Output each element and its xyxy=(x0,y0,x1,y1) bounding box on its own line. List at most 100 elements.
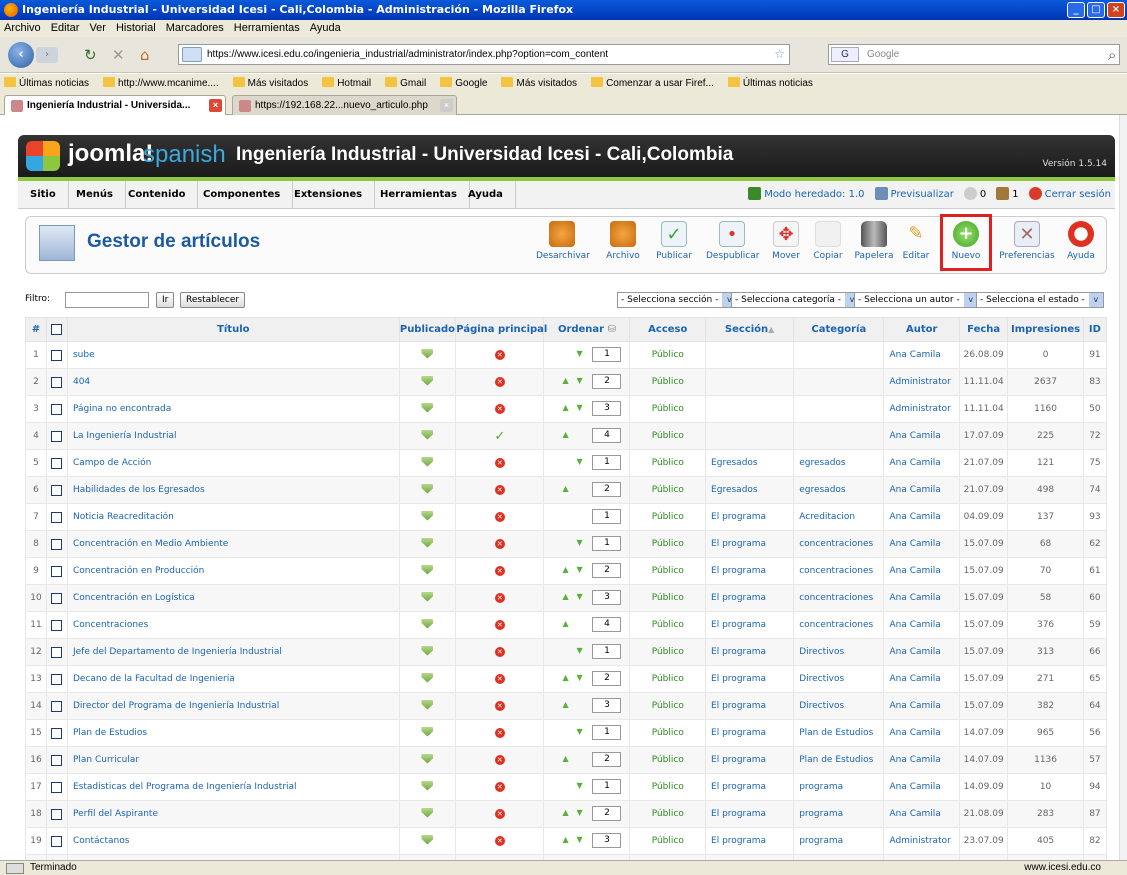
access-link[interactable]: Público xyxy=(652,458,684,468)
published-icon[interactable] xyxy=(421,834,434,845)
row-checkbox[interactable] xyxy=(51,430,63,442)
published-icon[interactable] xyxy=(421,726,434,737)
order-input[interactable]: 1 xyxy=(592,644,622,659)
toolbar-preferences-button[interactable]: ✕ Preferencias xyxy=(998,221,1056,271)
bookmark-item[interactable]: Últimas noticias xyxy=(4,74,89,93)
section-link[interactable]: El programa xyxy=(707,539,766,549)
order-input[interactable]: 1 xyxy=(592,779,622,794)
row-select[interactable] xyxy=(45,746,68,774)
close-tab-icon[interactable]: × xyxy=(209,99,222,112)
tab-ingenieria[interactable]: Ingeniería Industrial - Universida... × xyxy=(4,95,226,115)
filter-go-button[interactable]: Ir xyxy=(156,292,175,308)
access-link[interactable]: Público xyxy=(652,377,684,387)
frontpage-no-icon[interactable]: ✕ xyxy=(494,647,505,657)
author-link[interactable]: Ana Camila xyxy=(885,431,940,441)
order-up-icon[interactable]: ▲ xyxy=(562,835,568,844)
order-down-icon[interactable]: ▼ xyxy=(576,592,582,601)
published-icon[interactable] xyxy=(421,672,434,683)
tab-nuevo-articulo[interactable]: https://192.168.22...nuevo_articulo.php … xyxy=(232,95,457,115)
order-input[interactable]: 3 xyxy=(592,401,622,416)
toolbar-help-button[interactable]: Ayuda xyxy=(1064,221,1098,271)
author-link[interactable]: Ana Camila xyxy=(885,674,940,684)
author-link[interactable]: Ana Camila xyxy=(885,728,940,738)
bookmark-item[interactable]: Gmail xyxy=(385,74,426,93)
article-title-link[interactable]: Concentraciones xyxy=(68,620,148,630)
author-link[interactable]: Ana Camila xyxy=(885,512,940,522)
article-title-link[interactable]: Plan Curricular xyxy=(68,755,139,765)
access-link[interactable]: Público xyxy=(652,701,684,711)
state-select[interactable]: - Selecciona el estado - xyxy=(976,292,1104,308)
bookmark-item[interactable]: Más visitados xyxy=(233,74,309,93)
article-title-link[interactable]: Contáctanos xyxy=(68,836,129,846)
row-checkbox[interactable] xyxy=(51,808,63,820)
category-link[interactable]: concentraciones xyxy=(795,566,873,576)
category-link[interactable]: concentraciones xyxy=(795,539,873,549)
row-select[interactable] xyxy=(45,503,68,531)
section-link[interactable]: El programa xyxy=(707,593,766,603)
published-icon[interactable] xyxy=(421,429,434,440)
frontpage-no-icon[interactable]: ✕ xyxy=(494,539,505,549)
category-link[interactable]: concentraciones xyxy=(795,593,873,603)
row-checkbox[interactable] xyxy=(51,592,63,604)
order-input[interactable]: 2 xyxy=(592,482,622,497)
order-input[interactable]: 3 xyxy=(592,833,622,848)
section-link[interactable] xyxy=(707,377,711,387)
author-link[interactable]: Ana Camila xyxy=(885,755,940,765)
author-link[interactable]: Administrator xyxy=(885,404,950,414)
column-category[interactable]: Categoría xyxy=(793,317,885,342)
order-up-icon[interactable]: ▲ xyxy=(562,484,568,493)
author-link[interactable]: Ana Camila xyxy=(885,782,940,792)
category-link[interactable]: concentraciones xyxy=(795,620,873,630)
frontpage-no-icon[interactable]: ✕ xyxy=(494,458,505,468)
order-down-icon[interactable]: ▼ xyxy=(576,376,582,385)
published-icon[interactable] xyxy=(421,591,434,602)
published-icon[interactable] xyxy=(421,402,434,413)
category-link[interactable]: egresados xyxy=(795,485,845,495)
category-link[interactable]: Plan de Estudios xyxy=(795,755,873,765)
order-down-icon[interactable]: ▼ xyxy=(576,835,582,844)
section-link[interactable] xyxy=(707,431,711,441)
frontpage-no-icon[interactable]: ✕ xyxy=(494,350,505,360)
section-link[interactable]: El programa xyxy=(707,809,766,819)
author-link[interactable]: Ana Camila xyxy=(885,566,940,576)
admin-menu-extensiones[interactable]: Extensiones xyxy=(282,181,376,209)
published-icon[interactable] xyxy=(421,375,434,386)
order-input[interactable]: 4 xyxy=(592,617,622,632)
column-order[interactable]: Ordenar ⛁ xyxy=(543,317,631,342)
row-select[interactable] xyxy=(45,827,68,855)
author-link[interactable]: Ana Camila xyxy=(885,701,940,711)
article-title-link[interactable]: 404 xyxy=(68,377,90,387)
toolbar-copy-button[interactable]: Copiar xyxy=(812,221,844,271)
column-title[interactable]: Título xyxy=(66,317,400,342)
row-checkbox[interactable] xyxy=(51,700,63,712)
menu-herramientas[interactable]: Herramientas xyxy=(234,20,300,37)
frontpage-no-icon[interactable]: ✕ xyxy=(494,755,505,765)
frontpage-no-icon[interactable]: ✕ xyxy=(494,620,505,630)
frontpage-no-icon[interactable]: ✕ xyxy=(494,674,505,684)
row-checkbox[interactable] xyxy=(51,376,63,388)
frontpage-no-icon[interactable]: ✕ xyxy=(494,512,505,522)
filter-input[interactable] xyxy=(65,292,149,308)
access-link[interactable]: Público xyxy=(652,431,684,441)
category-link[interactable]: Directivos xyxy=(795,701,844,711)
section-link[interactable]: El programa xyxy=(707,674,766,684)
select-all-checkbox[interactable] xyxy=(51,323,63,335)
menu-ver[interactable]: Ver xyxy=(89,20,106,37)
close-window-button[interactable]: × xyxy=(1107,2,1125,18)
column-published[interactable]: Publicado xyxy=(398,317,457,342)
access-link[interactable]: Público xyxy=(652,512,684,522)
row-select[interactable] xyxy=(45,665,68,693)
order-down-icon[interactable]: ▼ xyxy=(576,403,582,412)
access-link[interactable]: Público xyxy=(652,404,684,414)
row-checkbox[interactable] xyxy=(51,457,63,469)
section-link[interactable]: Egresados xyxy=(707,458,758,468)
order-down-icon[interactable]: ▼ xyxy=(576,781,582,790)
article-title-link[interactable]: Concentración en Logística xyxy=(68,593,195,603)
messages-count[interactable]: 0 xyxy=(963,181,986,209)
bookmark-item[interactable]: Últimas noticias xyxy=(728,74,813,93)
access-link[interactable]: Público xyxy=(652,836,684,846)
access-link[interactable]: Público xyxy=(652,782,684,792)
order-input[interactable]: 1 xyxy=(592,347,622,362)
column-author[interactable]: Autor xyxy=(883,317,961,342)
frontpage-yes-icon[interactable]: ✓ xyxy=(494,429,505,444)
